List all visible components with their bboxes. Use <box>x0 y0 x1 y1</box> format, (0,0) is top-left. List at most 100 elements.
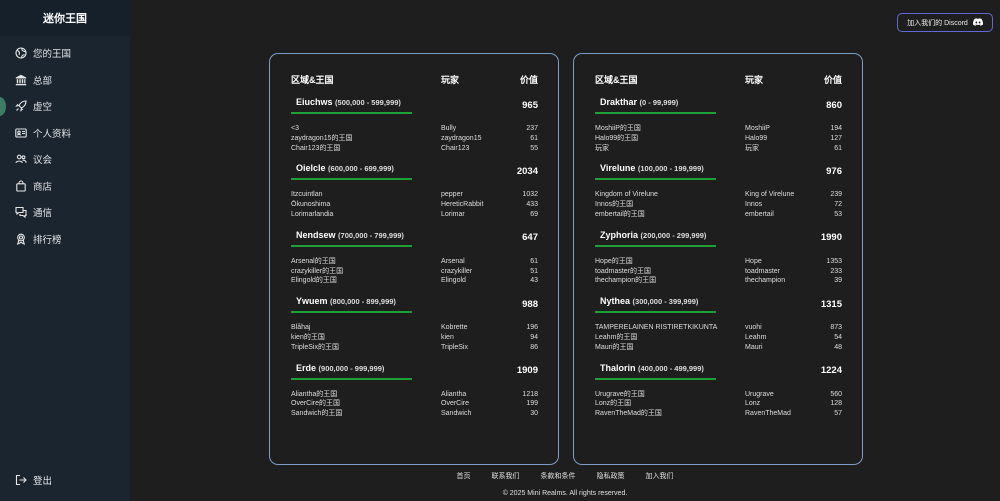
join-discord-label: 加入我们的 Discord <box>907 19 968 27</box>
table-row[interactable]: Elingold的王国 Elingold 43 <box>291 276 538 286</box>
table-row[interactable]: Lorimarlandia Lorimar 69 <box>291 210 538 220</box>
kingdom-name: Arsenal的王国 <box>291 257 336 265</box>
region-title: Erde (900,000 - 999,999) <box>291 362 412 380</box>
kingdom-name: Lonz的王国 <box>595 400 632 408</box>
table-row[interactable]: Itzcuintlan pepper 1032 <box>291 190 538 200</box>
logout-icon <box>15 474 27 486</box>
kingdom-value: 1218 <box>522 390 538 398</box>
sidebar-item-shop[interactable]: 商店 <box>0 173 130 200</box>
logout-button[interactable]: 登出 <box>0 467 130 494</box>
sidebar-item-void[interactable]: 虚空 <box>0 93 130 120</box>
region-name: Drakthar <box>600 97 638 107</box>
award-icon <box>15 233 27 245</box>
region-block: Virelune (100,000 - 199,999) 976 Kingdom o… <box>595 162 842 219</box>
sidebar-item-profile[interactable]: 个人资料 <box>0 120 130 147</box>
kingdom-value: 61 <box>834 144 842 152</box>
player-name: Lorimar <box>441 210 465 218</box>
footer-link[interactable]: 首页 <box>457 471 471 481</box>
region-block: Drakthar (0 - 99,999) 860 MoshiiP的王国 Moshii… <box>595 96 842 153</box>
table-row[interactable]: Aliantha的王国 Aliantha 1218 <box>291 390 538 400</box>
table-row[interactable]: embertail的王国 embertail 53 <box>595 210 842 220</box>
kingdom-name: RavenTheMad的王国 <box>595 410 662 418</box>
region-block: Nendsew (700,000 - 799,999) 647 Arsenal的王国… <box>291 229 538 286</box>
region-header: Eiuchws (500,000 - 599,999) 965 <box>291 96 538 114</box>
kingdom-name: Sandwich的王国 <box>291 410 343 418</box>
region-block: Thalorin (400,000 - 499,999) 1224 Urugrave… <box>595 362 842 419</box>
active-tab-indicator <box>0 97 6 116</box>
leaderboard-panel-left: 区域&王国 玩家 价值 Eiuchws (500,000 - 599,999) 9… <box>269 53 559 465</box>
table-row[interactable]: Kingdom of Virelune King of Virelune 239 <box>595 190 842 200</box>
region-range: (500,000 - 599,999) <box>335 98 401 107</box>
kingdom-name: TAMPERELAINEN RISTIRETKIKUNTA <box>595 324 718 332</box>
brand-title[interactable]: 迷你王国 <box>0 0 130 36</box>
table-row[interactable]: Ōkunoshima HereticRabbit 433 <box>291 200 538 210</box>
region-name: Nendsew <box>296 229 336 240</box>
table-row[interactable]: crazykiller的王国 crazykiller 51 <box>291 267 538 277</box>
kingdom-value: 54 <box>834 333 842 341</box>
player-name: pepper <box>441 191 463 199</box>
table-row[interactable]: Innos的王国 Innos 72 <box>595 200 842 210</box>
kingdom-value: 433 <box>526 201 538 209</box>
table-row[interactable]: Sandwich的王国 Sandwich 30 <box>291 409 538 419</box>
kingdom-value: 43 <box>530 277 538 285</box>
join-discord-button[interactable]: 加入我们的 Discord <box>897 13 993 32</box>
player-name: Arsenal <box>441 257 465 265</box>
kingdom-list: <3 Bully 237 zaydragon15的王国 zaydragon15 61 Cha… <box>291 124 538 153</box>
table-row[interactable]: TripleSix的王国 TripleSix 86 <box>291 343 538 353</box>
footer-link[interactable]: 隐私政策 <box>597 471 625 481</box>
kingdom-name: OverCire的王国 <box>291 400 341 408</box>
region-block: Oielcle (600,000 - 699,999) 2034 Itzcuintl… <box>291 162 538 219</box>
sidebar-item-label: 议会 <box>33 155 53 167</box>
region-total-value: 976 <box>826 165 842 177</box>
table-row[interactable]: Chair123的王国 Chair123 55 <box>291 144 538 154</box>
footer-link[interactable]: 加入我们 <box>646 471 674 481</box>
table-row[interactable]: OverCire的王国 OverCire 199 <box>291 399 538 409</box>
table-row[interactable]: Lonz的王国 Lonz 128 <box>595 399 842 409</box>
footer-link[interactable]: 联系我们 <box>492 471 520 481</box>
sidebar-item-leaderboard[interactable]: 排行榜 <box>0 226 130 253</box>
sidebar-item-messages[interactable]: 通信 <box>0 199 130 226</box>
column-header-value: 价值 <box>519 75 538 85</box>
table-row[interactable]: <3 Bully 237 <box>291 124 538 134</box>
region-title: Virelune (100,000 - 199,999) <box>595 162 716 181</box>
region-name-line: Oielcle (600,000 - 699,999) <box>291 162 412 175</box>
table-row[interactable]: RavenTheMad的王国 RavenTheMad 57 <box>595 409 842 419</box>
region-name-line: Virelune (100,000 - 199,999) <box>595 162 716 175</box>
player-name: Urugrave <box>745 390 774 398</box>
player-name: Elingold <box>441 277 466 285</box>
player-name: TripleSix <box>441 343 468 351</box>
region-title: Eiuchws (500,000 - 599,999) <box>291 96 412 114</box>
kingdom-value: 560 <box>830 390 842 398</box>
region-underline <box>595 377 716 380</box>
table-row[interactable]: Urugrave的王国 Urugrave 560 <box>595 390 842 400</box>
kingdom-name: Halo99的王国 <box>595 134 639 142</box>
table-row[interactable]: Leahm的王国 Leahm 54 <box>595 333 842 343</box>
table-row[interactable]: Arsenal的王国 Arsenal 61 <box>291 257 538 267</box>
table-row[interactable]: 玩家 玩家 61 <box>595 144 842 154</box>
table-row[interactable]: Mauri的王国 Mauri 48 <box>595 343 842 353</box>
table-row[interactable]: Hope的王国 Hope 1353 <box>595 257 842 267</box>
region-title: Thalorin (400,000 - 499,999) <box>595 362 716 380</box>
region-title: Ywuem (800,000 - 899,999) <box>291 295 412 314</box>
table-row[interactable]: TAMPERELAINEN RISTIRETKIKUNTA vuohi 873 <box>595 323 842 333</box>
table-row[interactable]: zaydragon15的王国 zaydragon15 61 <box>291 134 538 144</box>
region-total-value: 1224 <box>820 365 842 377</box>
table-row[interactable]: MoshiiP的王国 MoshiiP 194 <box>595 124 842 134</box>
sidebar-item-council[interactable]: 议会 <box>0 146 130 173</box>
table-row[interactable]: kien的王国 kien 94 <box>291 333 538 343</box>
player-name: kien <box>441 333 454 341</box>
table-row[interactable]: Blåhaj Kobrette 196 <box>291 323 538 333</box>
table-row[interactable]: thechampion的王国 thechampion 39 <box>595 276 842 286</box>
table-row[interactable]: toadmaster的王国 toadmaster 233 <box>595 267 842 277</box>
table-row[interactable]: Halo99的王国 Halo99 127 <box>595 134 842 144</box>
kingdom-name: kien的王国 <box>291 333 325 341</box>
sidebar-item-headquarters[interactable]: 总部 <box>0 67 130 94</box>
region-name: Thalorin <box>600 362 636 373</box>
kingdom-name: Kingdom of Virelune <box>595 191 658 199</box>
sidebar-item-your-kingdom[interactable]: 您的王国 <box>0 40 130 67</box>
kingdom-name: zaydragon15的王国 <box>291 134 353 142</box>
region-total-value: 647 <box>522 232 538 244</box>
region-underline <box>291 244 412 247</box>
rocket-icon <box>15 100 27 113</box>
footer-link[interactable]: 条款和条件 <box>541 471 576 481</box>
